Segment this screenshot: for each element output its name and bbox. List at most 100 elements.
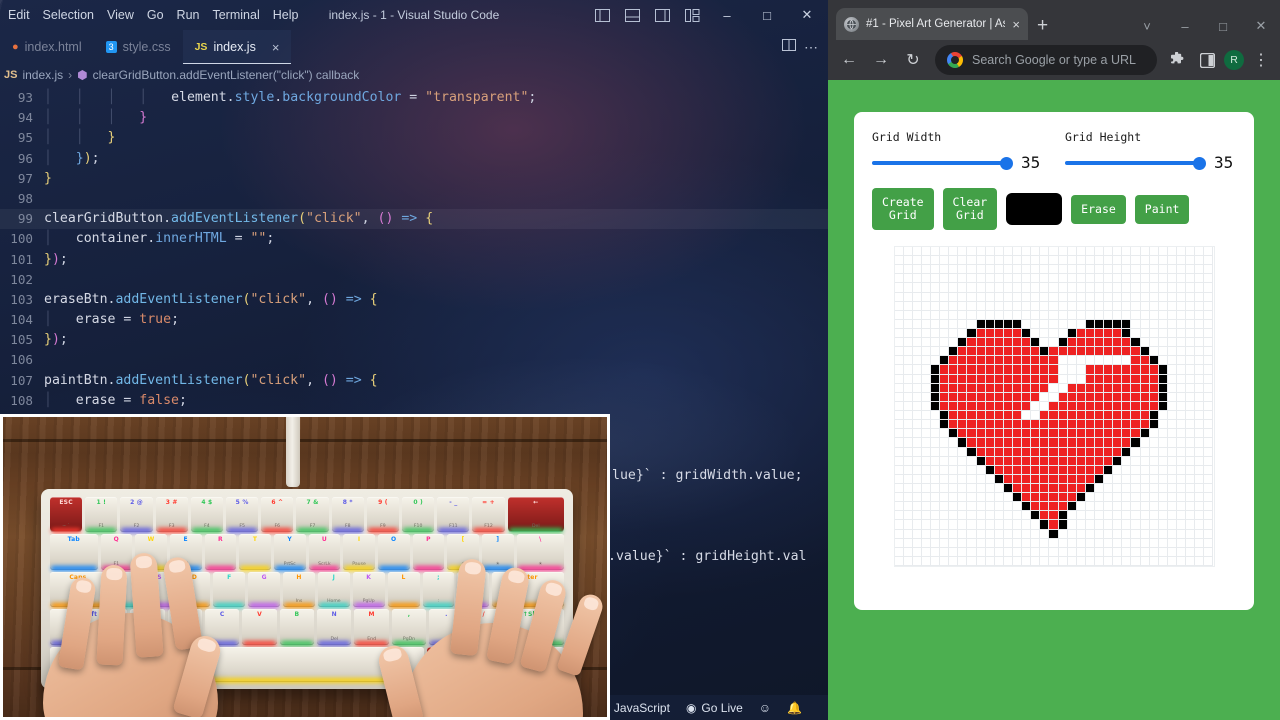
pixel-cell[interactable] (1085, 292, 1095, 302)
pixel-cell[interactable] (1140, 411, 1150, 421)
pixel-cell[interactable] (1049, 502, 1059, 512)
pixel-cell[interactable] (1186, 420, 1196, 430)
pixel-cell[interactable] (930, 401, 941, 412)
pixel-cell[interactable] (1040, 292, 1050, 302)
pixel-cell[interactable] (1067, 283, 1077, 293)
pixel-cell[interactable] (958, 374, 968, 384)
address-bar[interactable]: Search Google or type a URL (935, 45, 1157, 75)
pixel-cell[interactable] (994, 310, 1004, 320)
pixel-cell[interactable] (903, 401, 913, 412)
pixel-cell[interactable] (958, 556, 968, 566)
pixel-cell[interactable] (1058, 392, 1068, 402)
pixel-cell[interactable] (949, 411, 959, 421)
pixel-cell[interactable] (940, 529, 950, 539)
pixel-cell[interactable] (894, 383, 904, 393)
pixel-cell[interactable] (1195, 292, 1205, 302)
pixel-cell[interactable] (1167, 483, 1178, 494)
pixel-cell[interactable] (1167, 556, 1178, 566)
pixel-cell[interactable] (921, 474, 931, 484)
pixel-cell[interactable] (894, 474, 904, 484)
pixel-cell[interactable] (912, 429, 922, 439)
pixel-cell[interactable] (994, 292, 1004, 302)
pixel-cell[interactable] (921, 438, 931, 448)
pixel-cell[interactable] (958, 493, 968, 503)
pixel-cell[interactable] (1049, 438, 1059, 448)
pixel-cell[interactable] (1167, 411, 1178, 421)
pixel-cell[interactable] (1149, 520, 1159, 530)
pixel-cell[interactable] (1003, 319, 1013, 330)
pixel-cell[interactable] (1031, 265, 1041, 275)
pixel-cell[interactable] (930, 547, 941, 557)
pixel-cell[interactable] (967, 365, 977, 375)
pixel-cell[interactable] (1095, 265, 1105, 275)
pixel-cell[interactable] (1067, 265, 1077, 275)
pixel-cell[interactable] (976, 483, 986, 494)
pixel-cell[interactable] (1012, 274, 1023, 284)
pixel-cell[interactable] (1012, 329, 1023, 339)
pixel-cell[interactable] (912, 247, 922, 257)
pixel-cell[interactable] (1140, 329, 1150, 339)
extensions-puzzle-icon[interactable] (1164, 47, 1190, 73)
pixel-cell[interactable] (1104, 374, 1114, 384)
pixel-cell[interactable] (1067, 511, 1077, 521)
keyboard-key[interactable]: M End (354, 609, 389, 646)
vscode-menubar[interactable]: Edit Selection View Go Run Terminal Help (0, 8, 298, 22)
pixel-cell[interactable] (1104, 292, 1114, 302)
pixel-cell[interactable] (1158, 420, 1168, 430)
pixel-cell[interactable] (1076, 411, 1086, 421)
pixel-cell[interactable] (1177, 256, 1187, 266)
pixel-cell[interactable] (1131, 247, 1141, 257)
pixel-cell[interactable] (1031, 420, 1041, 430)
pixel-cell[interactable] (894, 347, 904, 357)
pixel-cell[interactable] (1040, 465, 1050, 475)
pixel-cell[interactable] (940, 511, 950, 521)
pixel-cell[interactable] (1122, 483, 1132, 494)
pixel-cell[interactable] (1167, 493, 1178, 503)
pixel-cell[interactable] (1095, 483, 1105, 494)
pixel-cell[interactable] (1204, 493, 1214, 503)
pixel-cell[interactable] (1186, 474, 1196, 484)
pixel-cell[interactable] (1076, 283, 1086, 293)
pixel-cell[interactable] (1177, 401, 1187, 412)
pixel-cell[interactable] (1204, 365, 1214, 375)
keyboard-key[interactable]: I Pause (343, 534, 375, 571)
pixel-cell[interactable] (1195, 429, 1205, 439)
pixel-cell[interactable] (930, 274, 941, 284)
pixel-cell[interactable] (1204, 483, 1214, 494)
keyboard-key[interactable]: O (377, 534, 410, 571)
pixel-cell[interactable] (1031, 274, 1041, 284)
pixel-cell[interactable] (1195, 447, 1205, 457)
pixel-cell[interactable] (958, 483, 968, 494)
pixel-cell[interactable] (1131, 547, 1141, 557)
pixel-cell[interactable] (1140, 274, 1150, 284)
pixel-cell[interactable] (985, 392, 995, 402)
pixel-cell[interactable] (1104, 247, 1114, 257)
pixel-cell[interactable] (1113, 301, 1123, 311)
pixel-cell[interactable] (903, 493, 913, 503)
pixel-cell[interactable] (967, 256, 977, 266)
keyboard-key[interactable]: QF1 (100, 534, 133, 571)
pixel-cell[interactable] (1058, 411, 1068, 421)
pixel-cell[interactable] (1131, 256, 1141, 266)
pixel-cell[interactable] (949, 520, 959, 530)
pixel-cell[interactable] (1031, 283, 1041, 293)
pixel-cell[interactable] (1058, 256, 1068, 266)
pixel-cell[interactable] (921, 520, 931, 530)
pixel-cell[interactable] (1122, 411, 1132, 421)
pixel-cell[interactable] (1140, 502, 1150, 512)
pixel-cell[interactable] (1076, 374, 1086, 384)
pixel-cell[interactable] (1104, 447, 1114, 457)
pixel-cell[interactable] (1031, 310, 1041, 320)
pixel-cell[interactable] (1049, 319, 1059, 330)
pixel-cell[interactable] (1003, 411, 1013, 421)
pixel-cell[interactable] (976, 456, 986, 466)
pixel-cell[interactable] (985, 401, 995, 412)
pixel-cell[interactable] (1095, 247, 1105, 257)
pixel-cell[interactable] (1012, 392, 1023, 402)
pixel-cell[interactable] (967, 529, 977, 539)
chevron-down-icon[interactable]: ˅ (1128, 19, 1166, 34)
pixel-cell[interactable] (994, 447, 1004, 457)
pixel-cell[interactable] (1076, 420, 1086, 430)
pixel-cell[interactable] (940, 547, 950, 557)
pixel-cell[interactable] (1131, 429, 1141, 439)
